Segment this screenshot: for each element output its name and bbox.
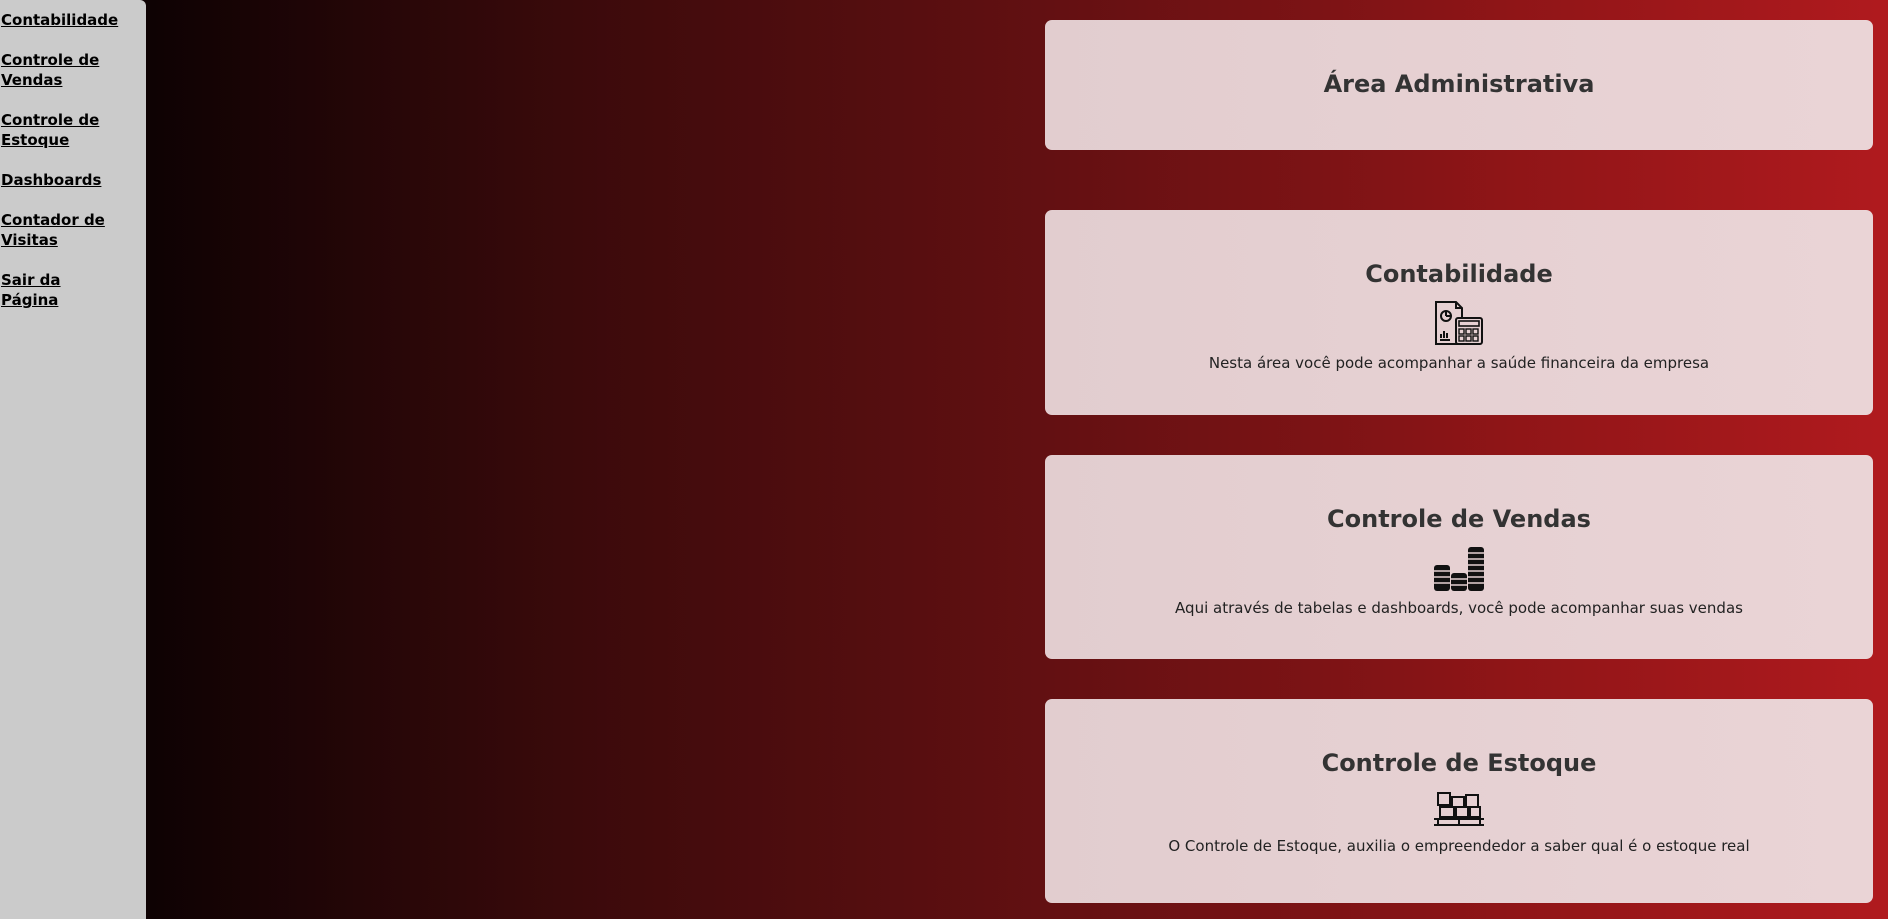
sidebar-link-contador-de-visitas[interactable]: Contador de Visitas	[1, 210, 119, 250]
card-title: Contabilidade	[1365, 260, 1553, 288]
card-title: Controle de Vendas	[1327, 505, 1591, 533]
card-controle-de-estoque[interactable]: Controle de Estoque O Controle de Estoqu…	[1045, 699, 1873, 903]
card-description: Nesta área você pode acompanhar a saúde …	[1208, 354, 1710, 372]
page-title: Área Administrativa	[1323, 70, 1595, 98]
sidebar-link-contabilidade[interactable]: Contabilidade	[1, 10, 119, 30]
admin-area-card: Área Administrativa	[1045, 20, 1873, 150]
card-title: Controle de Estoque	[1321, 749, 1597, 777]
inventory-pallet-icon	[1434, 792, 1484, 826]
sidebar-link-sair-da-pagina[interactable]: Sair da Página	[1, 270, 119, 310]
accounting-report-icon	[1435, 301, 1483, 345]
card-description: Aqui através de tabelas e dashboards, vo…	[1175, 599, 1743, 617]
sidebar-link-dashboards[interactable]: Dashboards	[1, 170, 119, 190]
card-controle-de-vendas[interactable]: Controle de Vendas Aqui através de tabel…	[1045, 455, 1873, 659]
card-description: O Controle de Estoque, auxilia o empreen…	[1168, 837, 1750, 855]
sidebar-link-controle-de-estoque[interactable]: Controle de Estoque	[1, 110, 119, 150]
card-contabilidade[interactable]: Contabilidade Nesta área você pode acomp…	[1045, 210, 1873, 415]
sidebar: Contabilidade Controle de Vendas Control…	[0, 0, 146, 919]
sidebar-link-controle-de-vendas[interactable]: Controle de Vendas	[1, 50, 119, 90]
coin-stacks-icon	[1434, 547, 1484, 591]
